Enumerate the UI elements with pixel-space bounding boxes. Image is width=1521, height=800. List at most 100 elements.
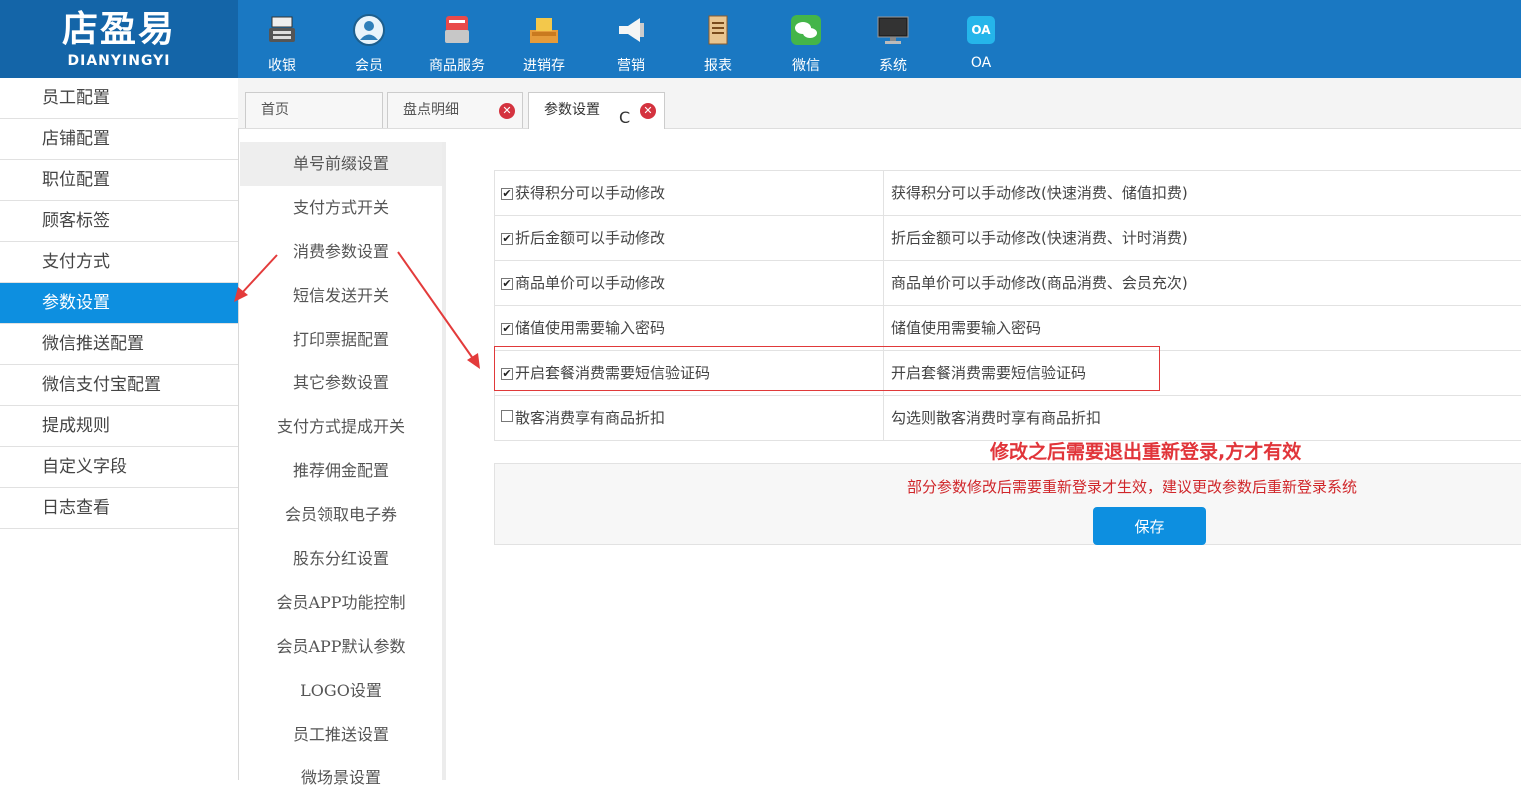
- table-row: ✔ 商品单价可以手动修改 商品单价可以手动修改(商品消费、会员充次): [494, 260, 1521, 305]
- nav-label: 营销: [617, 58, 645, 74]
- param-label-cell: ✔ 获得积分可以手动修改: [494, 171, 884, 215]
- settings-submenu: 单号前缀设置 支付方式开关 消费参数设置 短信发送开关 打印票据配置 其它参数设…: [240, 142, 446, 787]
- param-label-cell: ✔ 折后金额可以手动修改: [494, 216, 884, 260]
- report-icon: [701, 14, 735, 46]
- param-description: 储值使用需要输入密码: [891, 319, 1042, 337]
- sidebar-item-staff-config[interactable]: 员工配置: [0, 78, 238, 119]
- submenu-consumption-params[interactable]: 消费参数设置: [240, 230, 442, 274]
- sidebar-item-store-config[interactable]: 店铺配置: [0, 119, 238, 160]
- submenu-logo[interactable]: LOGO设置: [240, 669, 442, 713]
- tab-bar: 首页 盘点明细 ✕ 参数设置 C ✕: [238, 78, 1521, 129]
- close-icon[interactable]: ✕: [640, 103, 656, 119]
- sidebar-item-wechat-push[interactable]: 微信推送配置: [0, 324, 238, 365]
- param-checkbox[interactable]: ✔: [501, 368, 513, 380]
- param-description: 开启套餐消费需要短信验证码: [891, 364, 1087, 382]
- param-checkbox[interactable]: ✔: [501, 188, 513, 200]
- param-label: 储值使用需要输入密码: [515, 319, 666, 337]
- nav-marketing[interactable]: 营销: [591, 10, 671, 74]
- param-description: 获得积分可以手动修改(快速消费、储值扣费): [891, 184, 1188, 202]
- submenu-staff-push[interactable]: 员工推送设置: [240, 713, 442, 757]
- tab-label: 参数设置: [544, 102, 600, 118]
- param-checkbox[interactable]: ✔: [501, 233, 513, 245]
- param-description: 折后金额可以手动修改(快速消费、计时消费): [891, 229, 1188, 247]
- nav-inventory[interactable]: 进销存: [504, 10, 584, 74]
- sidebar-item-customer-tags[interactable]: 顾客标签: [0, 201, 238, 242]
- submenu-sms-switch[interactable]: 短信发送开关: [240, 274, 442, 318]
- nav-label: 商品服务: [429, 58, 485, 74]
- oa-icon: OA: [964, 14, 998, 46]
- nav-system[interactable]: 系统: [853, 10, 933, 74]
- submenu-app-defaults[interactable]: 会员APP默认参数: [240, 625, 442, 669]
- sidebar-item-log-view[interactable]: 日志查看: [0, 488, 238, 529]
- table-row: 散客消费享有商品折扣 勾选则散客消费时享有商品折扣: [494, 395, 1521, 441]
- param-label-cell: ✔ 商品单价可以手动修改: [494, 261, 884, 305]
- nav-label: 会员: [355, 58, 383, 74]
- param-label-cell: ✔ 储值使用需要输入密码: [494, 306, 884, 350]
- logo-chinese: 店盈易: [61, 9, 176, 50]
- param-label: 折后金额可以手动修改: [515, 229, 666, 247]
- save-button[interactable]: 保存: [1093, 507, 1206, 545]
- param-label: 商品单价可以手动修改: [515, 274, 666, 292]
- table-row: ✔ 开启套餐消费需要短信验证码 开启套餐消费需要短信验证码: [494, 350, 1521, 395]
- submenu-other-params[interactable]: 其它参数设置: [240, 361, 442, 405]
- nav-cashier[interactable]: 收银: [242, 10, 322, 74]
- tab-home[interactable]: 首页: [245, 92, 383, 128]
- nav-label: 微信: [792, 58, 820, 74]
- wechat-icon: [789, 14, 823, 46]
- submenu-order-prefix[interactable]: 单号前缀设置: [240, 142, 442, 186]
- nav-report[interactable]: 报表: [678, 10, 758, 74]
- submenu-referral-commission[interactable]: 推荐佣金配置: [240, 449, 442, 493]
- nav-member[interactable]: 会员: [329, 10, 409, 74]
- submenu-app-function[interactable]: 会员APP功能控制: [240, 581, 442, 625]
- param-checkbox[interactable]: ✔: [501, 323, 513, 335]
- sidebar-item-position-config[interactable]: 职位配置: [0, 160, 238, 201]
- param-checkbox[interactable]: [501, 410, 513, 422]
- oa-badge: OA: [967, 16, 995, 44]
- nav-label: OA: [970, 55, 992, 71]
- submenu-shareholder-dividend[interactable]: 股东分红设置: [240, 537, 442, 581]
- submenu-member-coupon[interactable]: 会员领取电子券: [240, 493, 442, 537]
- nav-label: 系统: [879, 58, 907, 74]
- member-icon: [352, 14, 386, 46]
- submenu-micro-scene[interactable]: 微场景设置: [240, 756, 442, 800]
- sidebar-item-payment-methods[interactable]: 支付方式: [0, 242, 238, 283]
- table-row: ✔ 储值使用需要输入密码 储值使用需要输入密码: [494, 305, 1521, 350]
- param-label-cell: ✔ 开启套餐消费需要短信验证码: [494, 351, 884, 395]
- cashier-icon: [265, 14, 299, 46]
- sidebar-item-parameter-settings[interactable]: 参数设置: [0, 283, 238, 324]
- param-checkbox[interactable]: ✔: [501, 278, 513, 290]
- nav-oa[interactable]: OA OA: [941, 10, 1021, 72]
- annotation-arrowhead: [467, 353, 480, 369]
- megaphone-icon: [614, 14, 648, 46]
- submenu-payment-switch[interactable]: 支付方式开关: [240, 186, 442, 230]
- app-logo[interactable]: 店盈易 DIANYINGYI: [0, 0, 238, 78]
- submenu-print-receipt[interactable]: 打印票据配置: [240, 318, 442, 362]
- param-label: 散客消费享有商品折扣: [515, 409, 666, 427]
- sidebar-item-wechat-alipay[interactable]: 微信支付宝配置: [0, 365, 238, 406]
- param-label-cell: 散客消费享有商品折扣: [494, 396, 884, 440]
- tab-label: 首页: [261, 102, 289, 118]
- refresh-icon[interactable]: C: [619, 101, 630, 135]
- nav-label: 进销存: [523, 58, 565, 74]
- monitor-icon: [876, 14, 910, 46]
- tab-stocktake-detail[interactable]: 盘点明细 ✕: [387, 92, 523, 128]
- relogin-notice: 部分参数修改后需要重新登录才生效，建议更改参数后重新登录系统: [907, 478, 1358, 496]
- param-label: 开启套餐消费需要短信验证码: [515, 364, 711, 382]
- sidebar-item-custom-fields[interactable]: 自定义字段: [0, 447, 238, 488]
- param-description: 商品单价可以手动修改(商品消费、会员充次): [891, 274, 1188, 292]
- table-row: ✔ 获得积分可以手动修改 获得积分可以手动修改(快速消费、储值扣费): [494, 170, 1521, 215]
- nav-goods-service[interactable]: 商品服务: [417, 10, 497, 74]
- param-label: 获得积分可以手动修改: [515, 184, 666, 202]
- relogin-warning: 修改之后需要退出重新登录,方才有效: [990, 441, 1302, 463]
- inventory-icon: [527, 14, 561, 46]
- nav-wechat[interactable]: 微信: [766, 10, 846, 74]
- param-description: 勾选则散客消费时享有商品折扣: [891, 409, 1102, 427]
- tab-parameter-settings[interactable]: 参数设置 C ✕: [528, 92, 665, 129]
- goods-icon: [440, 14, 474, 46]
- table-row: ✔ 折后金额可以手动修改 折后金额可以手动修改(快速消费、计时消费): [494, 215, 1521, 260]
- sidebar-item-commission-rules[interactable]: 提成规则: [0, 406, 238, 447]
- tab-label: 盘点明细: [403, 102, 459, 118]
- submenu-payment-commission[interactable]: 支付方式提成开关: [240, 405, 442, 449]
- top-navigation-bar: 店盈易 DIANYINGYI 收银 会员 商品服务 进销存 营销 报表 微信 系…: [0, 0, 1521, 78]
- close-icon[interactable]: ✕: [499, 103, 515, 119]
